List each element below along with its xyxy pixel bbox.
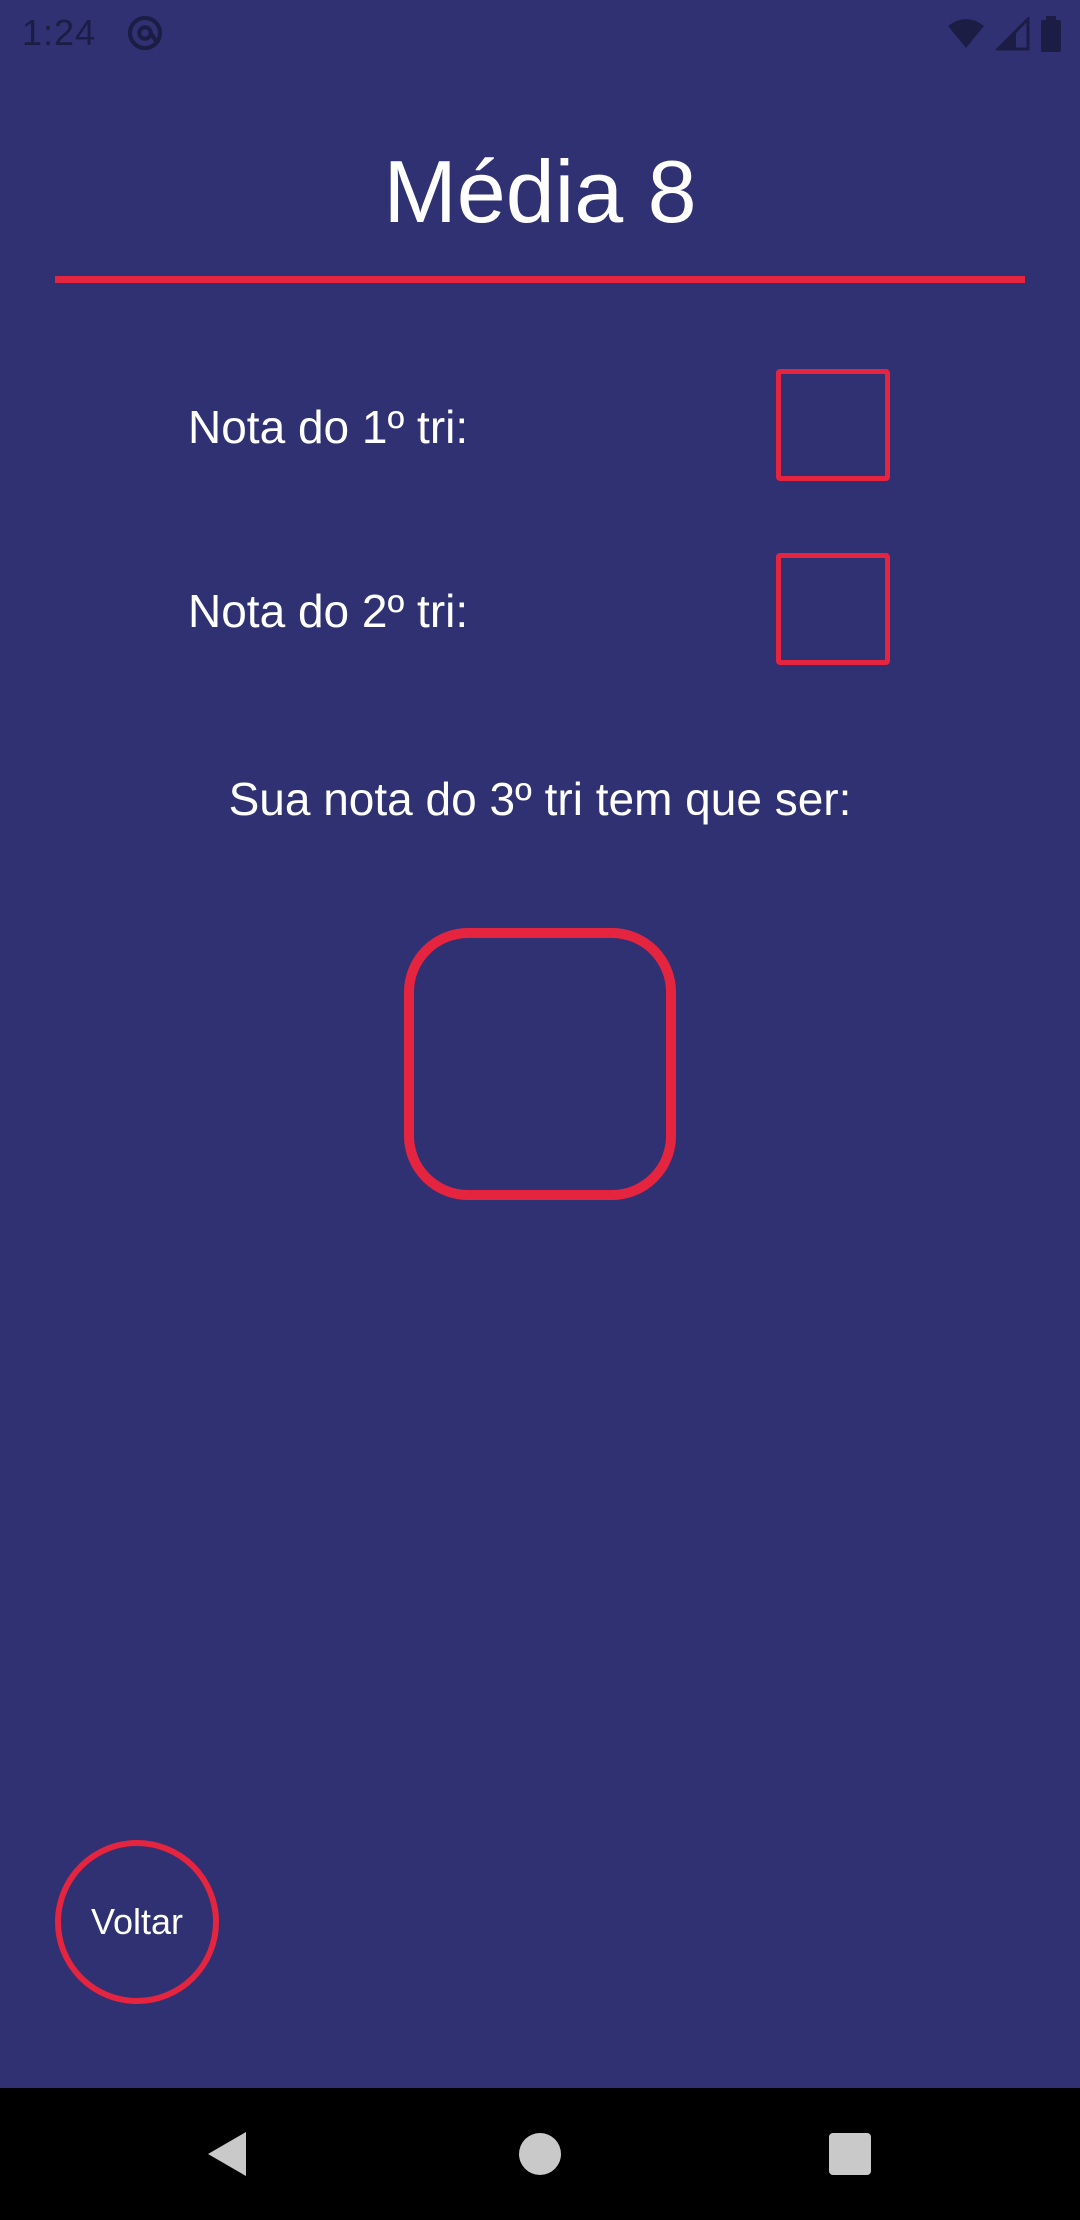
status-bar: 1:24 [0, 0, 1080, 66]
title-divider [55, 276, 1025, 283]
battery-icon [1041, 16, 1061, 52]
result-box [404, 928, 676, 1200]
grade1-label: Nota do 1º tri: [188, 401, 469, 453]
recents-square-icon[interactable] [829, 2133, 871, 2175]
status-icons [946, 14, 1062, 54]
grade2-label: Nota do 2º tri: [188, 585, 469, 637]
back-triangle-icon[interactable] [204, 2130, 252, 2178]
grade1-input[interactable] [776, 369, 890, 481]
result-label: Sua nota do 3º tri tem que ser: [228, 773, 852, 825]
at-sign-icon [127, 15, 163, 51]
status-time: 1:24 [22, 12, 97, 53]
grade2-input[interactable] [776, 553, 890, 665]
page-title: Média 8 [383, 142, 697, 241]
navigation-bar [0, 2088, 1080, 2220]
wifi-icon [948, 19, 984, 48]
home-circle-icon[interactable] [519, 2133, 561, 2175]
screen: 1:24 Média 8 Nota do 1º tri: Nota do 2º … [0, 0, 1080, 2220]
back-button[interactable]: Voltar [55, 1840, 219, 2004]
signal-icon [996, 17, 1030, 51]
